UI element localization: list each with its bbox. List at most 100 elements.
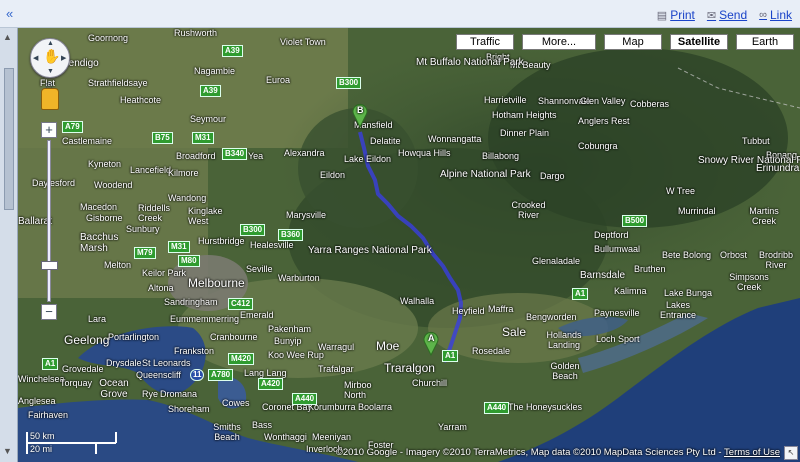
- earth-button[interactable]: Earth: [736, 34, 794, 50]
- place-label: Simpsons Creek: [729, 272, 769, 292]
- attribution-text: ©2010 Google - Imagery ©2010 TerraMetric…: [335, 447, 725, 458]
- place-label: Keilor Park: [142, 268, 187, 278]
- place-label: Sandringham: [164, 297, 218, 307]
- place-label: Melbourne: [188, 276, 245, 290]
- send-link[interactable]: ✉ Send: [707, 8, 747, 22]
- place-label: Bunyip: [274, 336, 302, 346]
- place-label: Trafalgar: [318, 364, 354, 374]
- place-label: Deptford: [594, 230, 629, 240]
- road-shield: C412: [228, 298, 254, 310]
- hand-pan-icon: ✋: [43, 48, 61, 64]
- scroll-up-arrow-icon[interactable]: ▲: [3, 32, 12, 42]
- place-label: Yea: [248, 151, 264, 161]
- place-label: Hurstbridge: [198, 236, 245, 246]
- envelope-icon: ✉: [706, 9, 717, 22]
- place-label: Martins Creek: [749, 206, 779, 226]
- link-label: Link: [769, 8, 792, 22]
- pan-right-icon[interactable]: ▶: [61, 54, 66, 62]
- road-shield: A79: [62, 121, 83, 133]
- satellite-button[interactable]: Satellite: [670, 34, 728, 50]
- place-label: Traralgon: [384, 361, 435, 375]
- place-label: Glen Valley: [580, 96, 626, 106]
- more-button[interactable]: More...: [522, 34, 596, 50]
- place-label: Orbost: [720, 250, 748, 260]
- zoom-in-button[interactable]: +: [41, 122, 57, 138]
- place-label: Gisborne: [86, 213, 123, 223]
- place-label: Lake Bunga: [664, 288, 713, 298]
- road-shield: 11: [190, 369, 205, 381]
- place-label: Grovedale: [62, 364, 104, 374]
- road-shield: B300: [240, 224, 266, 236]
- place-label: Rushworth: [174, 28, 218, 38]
- collapse-panel-icon[interactable]: «: [6, 6, 13, 21]
- place-label: Maffra: [488, 304, 514, 314]
- place-label: St Leonards: [142, 358, 191, 368]
- place-label: Snowy River National Park: [698, 155, 800, 166]
- pan-left-icon[interactable]: ◀: [33, 54, 38, 62]
- place-label: Portarlington: [108, 332, 160, 342]
- road-shield: A780: [208, 369, 234, 381]
- zoom-out-button[interactable]: −: [41, 304, 57, 320]
- place-label: Altona: [148, 283, 174, 293]
- place-label: Bullumwaal: [594, 244, 641, 254]
- place-label: Moe: [376, 339, 400, 353]
- place-label: Seymour: [190, 114, 227, 124]
- place-label: Marysville: [286, 210, 327, 220]
- place-label: Heyfield: [452, 306, 485, 316]
- place-label: Glenaladale: [532, 256, 581, 266]
- print-link[interactable]: ▤ Print: [657, 8, 695, 22]
- place-label: Emerald: [240, 310, 274, 320]
- place-label: Cobberas: [630, 99, 670, 109]
- map-canvas[interactable]: Goornong Rushworth Violet Town Bright Mt…: [18, 28, 800, 462]
- place-label: Euroa: [266, 75, 291, 85]
- road-shield: B75: [152, 132, 173, 144]
- road-shield: A1: [442, 350, 459, 362]
- place-label: Kinglake West: [188, 206, 223, 226]
- place-label: Dromana: [160, 389, 198, 399]
- place-label: Lang Lang: [244, 368, 287, 378]
- pan-up-icon[interactable]: ▲: [47, 40, 54, 47]
- place-label: Wonnangatta: [428, 134, 482, 144]
- road-shield: A1: [42, 358, 59, 370]
- place-label: Alexandra: [284, 148, 325, 158]
- street-view-pegman-icon[interactable]: [41, 88, 59, 110]
- pan-control[interactable]: ▲ ▼ ◀ ▶ ✋: [30, 38, 70, 78]
- road-shield: B340: [222, 148, 248, 160]
- scrollbar-thumb[interactable]: [4, 68, 14, 210]
- scale-mi-label: 20 mi: [30, 444, 53, 454]
- place-label: Strathfieldsaye: [88, 78, 148, 88]
- place-label: Dinner Plain: [500, 128, 550, 138]
- scroll-down-arrow-icon[interactable]: ▼: [3, 446, 12, 456]
- pan-down-icon[interactable]: ▼: [47, 68, 54, 75]
- place-label: Kalimna: [614, 286, 647, 296]
- map-button[interactable]: Map: [604, 34, 662, 50]
- place-label: Cowes: [222, 398, 250, 408]
- place-label: Brodribb River: [758, 250, 794, 270]
- terms-of-use-link[interactable]: Terms of Use: [724, 447, 780, 458]
- share-links: ▤ Print ✉ Send ∞ Link: [657, 8, 792, 22]
- zoom-slider-track[interactable]: [47, 140, 51, 302]
- side-panel-scrollbar[interactable]: ▲ ▼: [0, 28, 18, 462]
- place-label: Bete Bolong: [662, 250, 712, 260]
- place-label: Golden Beach: [550, 361, 580, 381]
- place-label: Sunbury: [126, 224, 160, 234]
- road-shield: A1: [572, 288, 589, 300]
- place-label: Violet Town: [280, 37, 326, 47]
- place-label: Torquay: [60, 378, 93, 388]
- zoom-slider-thumb[interactable]: [41, 260, 58, 270]
- overview-toggle-icon[interactable]: ↖: [784, 446, 798, 460]
- place-label: Harrietville: [484, 95, 527, 105]
- place-label: The Honeysuckles: [508, 402, 583, 412]
- place-label: Murrindal: [678, 206, 716, 216]
- place-label: Wandong: [168, 193, 207, 203]
- map-type-controls: Traffic More... Map Satellite Earth: [456, 34, 794, 50]
- place-label: Pakenham: [268, 324, 312, 334]
- place-label: Billabong: [482, 151, 520, 161]
- place-label: Anglers Rest: [578, 116, 630, 126]
- traffic-button[interactable]: Traffic: [456, 34, 514, 50]
- place-label: W Tree: [666, 186, 696, 196]
- scale-bar: 50 km 20 mi: [26, 430, 126, 456]
- place-label: Geelong: [64, 333, 110, 347]
- link-link[interactable]: ∞ Link: [759, 8, 792, 22]
- place-label: Rosedale: [472, 346, 511, 356]
